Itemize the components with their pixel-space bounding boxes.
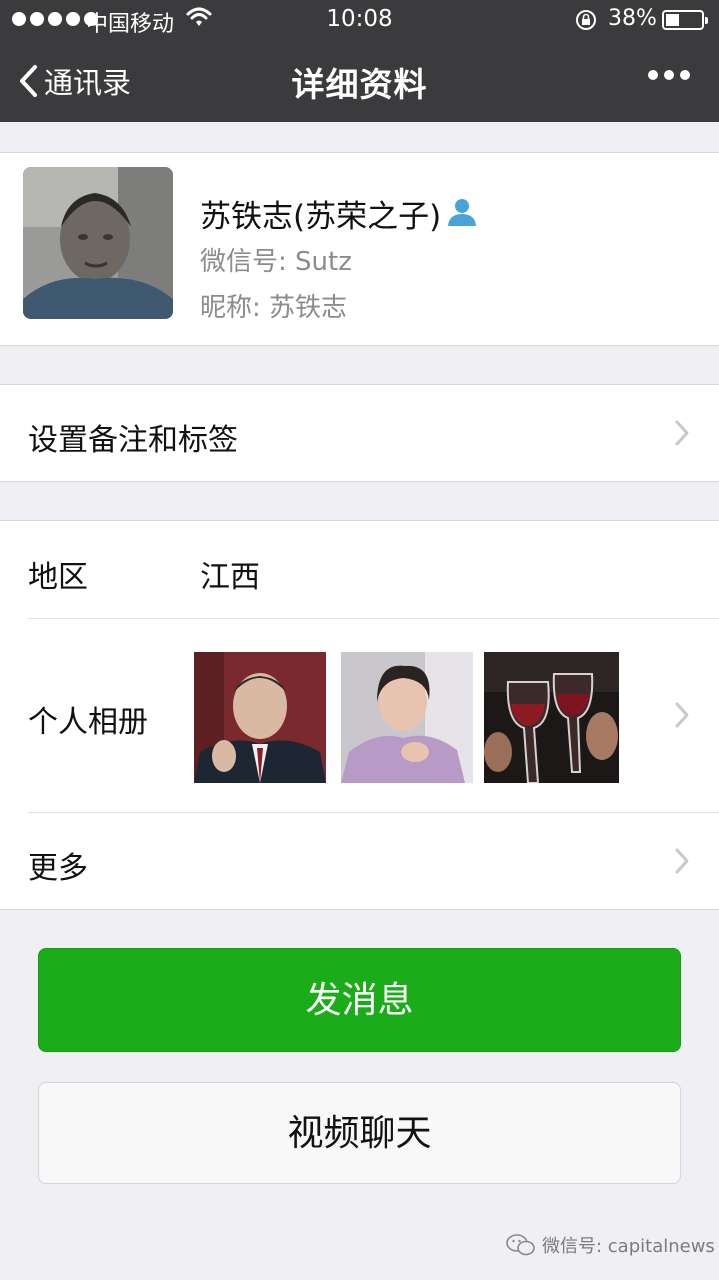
avatar[interactable] — [23, 167, 173, 319]
more-label: 更多 — [28, 851, 88, 886]
video-chat-button[interactable]: 视频聊天 — [38, 1082, 681, 1184]
rotation-lock-icon — [574, 8, 598, 38]
wechat-id: 微信号: Sutz — [200, 247, 352, 277]
nickname: 昵称: 苏铁志 — [200, 293, 348, 323]
page-title: 详细资料 — [291, 65, 428, 104]
region-value: 江西 — [200, 560, 260, 595]
region-row: 地区 江西 — [0, 521, 719, 618]
album-photo — [484, 652, 619, 783]
send-message-button[interactable]: 发消息 — [38, 948, 681, 1052]
remark-tags-label: 设置备注和标签 — [28, 423, 238, 458]
chevron-right-icon — [674, 701, 690, 733]
chevron-right-icon — [674, 419, 690, 451]
album-photo — [341, 652, 473, 783]
contact-person-icon — [445, 197, 479, 231]
battery-icon — [662, 10, 708, 30]
watermark-text: 微信号: capitalnews — [542, 1236, 715, 1257]
battery-percent: 38% — [608, 6, 657, 31]
more-row[interactable]: 更多 — [0, 813, 719, 910]
remark-tags-row[interactable]: 设置备注和标签 — [0, 384, 719, 482]
status-bar: 中国移动 10:08 38% — [0, 0, 719, 40]
region-label: 地区 — [28, 560, 88, 595]
name-row: 苏铁志(苏荣之子) — [200, 191, 479, 236]
watermark: 微信号: capitalnews — [506, 1232, 715, 1258]
top-bar: 中国移动 10:08 38% 通讯录 详细资料 — [0, 0, 719, 122]
album-photo — [194, 652, 326, 783]
contact-name: 苏铁志(苏荣之子) — [200, 199, 442, 235]
more-dots-icon[interactable] — [648, 70, 690, 80]
info-group: 地区 江西 个人相册 更多 — [0, 520, 719, 910]
personal-album-row[interactable]: 个人相册 — [0, 619, 719, 812]
wechat-logo-icon — [506, 1234, 535, 1256]
profile-card: 苏铁志(苏荣之子) 微信号: Sutz 昵称: 苏铁志 — [0, 152, 719, 346]
chevron-right-icon — [674, 847, 690, 879]
album-label: 个人相册 — [28, 705, 148, 740]
